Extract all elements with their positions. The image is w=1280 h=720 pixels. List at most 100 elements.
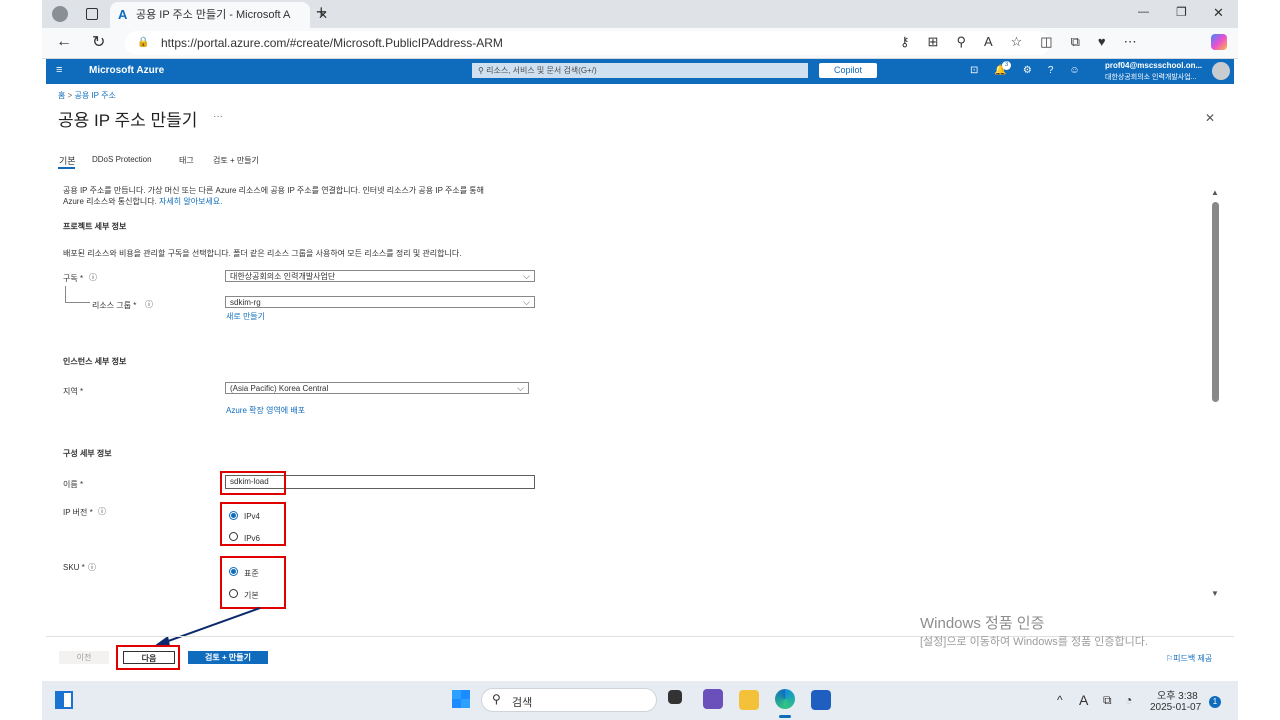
page-title: 공용 IP 주소 만들기 xyxy=(58,111,198,130)
read-aloud-icon[interactable]: A xyxy=(984,34,1011,49)
task-view-icon[interactable] xyxy=(668,690,682,704)
blade-close-button[interactable]: ✕ xyxy=(1205,111,1215,125)
feedback-label: 피드백 제공 xyxy=(1173,654,1213,663)
teams-chat-icon[interactable] xyxy=(703,689,723,709)
notification-badge: 3 xyxy=(1002,61,1011,70)
more-options-button[interactable]: ··· xyxy=(213,111,223,122)
scrollbar-thumb[interactable] xyxy=(1212,202,1219,402)
breadcrumb-separator: > xyxy=(67,91,73,100)
search-icon: ⚲ xyxy=(478,66,484,75)
project-description: 배포된 리소스와 비용을 관리할 구독을 선택합니다. 폴더 같은 리소스 그룹… xyxy=(63,249,462,258)
azure-search-input[interactable]: ⚲ 리소스, 서비스 및 문서 검색(G+/) xyxy=(472,63,808,78)
tab-actions-icon[interactable] xyxy=(86,8,98,20)
window-close-button[interactable]: ✕ xyxy=(1213,5,1224,21)
copilot-label: Copilot xyxy=(833,65,862,75)
window-restore-button[interactable]: ❐ xyxy=(1176,5,1187,19)
resource-group-info-icon: ⓘ xyxy=(145,300,153,309)
taskbar-search-icon: ⚲ xyxy=(492,692,501,706)
review-create-button[interactable]: 검토 + 만들기 xyxy=(188,651,268,664)
taskbar-search-label: 검색 xyxy=(512,697,533,709)
activation-watermark-title: Windows 정품 인증 xyxy=(920,615,1045,632)
instance-section-heading: 인스턴스 세부 정보 xyxy=(63,357,127,366)
prev-button[interactable]: 이전 xyxy=(59,651,109,664)
copilot-browser-icon[interactable] xyxy=(1211,34,1227,50)
help-icon[interactable]: ? xyxy=(1048,65,1070,76)
sku-standard-radio[interactable] xyxy=(229,567,238,576)
region-select[interactable]: (Asia Pacific) Korea Central ⌵ xyxy=(225,382,529,394)
menu-icon[interactable]: ⋯ xyxy=(1124,34,1155,49)
tab-basics[interactable]: 기본 xyxy=(59,154,76,167)
zoom-icon[interactable]: ⚲ xyxy=(956,34,984,49)
account-email[interactable]: prof04@mscsschool.on... xyxy=(1105,61,1202,70)
file-explorer-icon[interactable] xyxy=(739,690,759,710)
breadcrumb: 홈 > 공용 IP 주소 xyxy=(58,90,116,101)
chevron-down-icon: ⌵ xyxy=(523,297,530,307)
config-section-heading: 구성 세부 정보 xyxy=(63,449,112,458)
subscription-label: 구독 * xyxy=(63,274,84,283)
ipv4-label: IPv4 xyxy=(244,512,261,521)
start-icon[interactable] xyxy=(452,690,470,708)
apps-icon[interactable]: ⊞ xyxy=(928,34,957,49)
tab-review[interactable]: 검토 + 만들기 xyxy=(213,155,259,166)
feedback-icon[interactable]: ☺ xyxy=(1069,65,1095,76)
resource-group-select[interactable]: sdkim-rg ⌵ xyxy=(225,296,535,308)
avatar[interactable] xyxy=(1212,62,1230,80)
clock-date[interactable]: 2025-01-07 xyxy=(1150,702,1201,713)
extensions-icon[interactable]: ♥ xyxy=(1098,34,1124,49)
subscription-info-icon: ⓘ xyxy=(89,273,97,282)
window-minimize-button[interactable]: — xyxy=(1138,6,1149,18)
taskbar-search-input[interactable]: ⚲ 검색 xyxy=(481,688,657,712)
collections-icon[interactable]: ⧉ xyxy=(1071,34,1098,49)
volume-icon[interactable]: ◔ xyxy=(1125,693,1132,707)
lock-icon: 🔒 xyxy=(137,37,150,48)
settings-icon[interactable]: ⚙ xyxy=(1023,65,1048,76)
azure-brand[interactable]: Microsoft Azure xyxy=(89,65,164,76)
feedback-link[interactable]: ⚐피드백 제공 xyxy=(1166,653,1212,664)
scrollbar-up-icon[interactable]: ▲ xyxy=(1211,188,1219,197)
back-icon[interactable]: ← xyxy=(56,33,72,51)
clock-time[interactable]: 오후 3:38 xyxy=(1157,687,1198,702)
breadcrumb-public-ip[interactable]: 공용 IP 주소 xyxy=(75,91,116,100)
resource-group-label: 리소스 그룹 * xyxy=(92,301,137,310)
region-label: 지역 * xyxy=(63,387,84,396)
network-icon[interactable]: ⧉ xyxy=(1103,693,1112,708)
learn-more-link[interactable]: 자세히 알아보세요. xyxy=(159,197,222,206)
hamburger-icon[interactable]: ≡ xyxy=(56,64,62,76)
highlight-next xyxy=(116,645,180,670)
widgets-icon[interactable] xyxy=(55,691,73,709)
header-icons: ⊡🔔⚙?☺ xyxy=(970,65,1096,76)
chevron-down-icon: ⌵ xyxy=(517,383,524,393)
tray-chevron-icon[interactable]: ^ xyxy=(1057,693,1063,707)
ipv6-radio[interactable] xyxy=(229,532,238,541)
url-text: https://portal.azure.com/#create/Microso… xyxy=(161,36,503,50)
subscription-select[interactable]: 대한상공회의소 인력개발사업단 ⌵ xyxy=(225,270,535,282)
create-new-rg-link[interactable]: 새로 만들기 xyxy=(226,311,265,322)
edge-icon[interactable] xyxy=(775,689,795,709)
scrollbar-down-icon[interactable]: ▼ xyxy=(1211,589,1219,598)
ipv4-radio[interactable] xyxy=(229,511,238,520)
store-icon[interactable] xyxy=(811,690,831,710)
copilot-button[interactable]: Copilot xyxy=(819,63,877,78)
refresh-icon[interactable]: ↻ xyxy=(92,32,105,52)
tab-tags[interactable]: 태그 xyxy=(179,155,194,166)
tab-title: 공용 IP 주소 만들기 - Microsoft A xyxy=(136,9,291,21)
profile-icon[interactable] xyxy=(52,6,68,22)
intro-line2: Azure 리소스와 통신합니다. xyxy=(63,197,157,206)
favorite-icon[interactable]: ☆ xyxy=(1011,34,1041,49)
browser-tab[interactable]: A 공용 IP 주소 만들기 - Microsoft A ✕ xyxy=(110,2,328,28)
tab-ddos[interactable]: DDoS Protection xyxy=(92,155,152,164)
sku-basic-radio[interactable] xyxy=(229,589,238,598)
cloud-shell-icon[interactable]: ⊡ xyxy=(970,65,994,76)
tree-connector xyxy=(65,286,90,303)
breadcrumb-home[interactable]: 홈 xyxy=(58,91,65,100)
edge-zone-link[interactable]: Azure 확장 영역에 배포 xyxy=(226,405,305,416)
edge-active-indicator xyxy=(779,715,791,718)
intro-line1: 공용 IP 주소를 만듭니다. 가상 머신 또는 다른 Azure 리소스에 공… xyxy=(63,186,485,195)
new-tab-button[interactable]: + xyxy=(316,2,327,23)
ime-indicator[interactable]: A xyxy=(1079,692,1088,708)
key-icon[interactable]: ⚷ xyxy=(900,34,928,49)
highlight-name xyxy=(220,471,286,495)
name-label: 이름 * xyxy=(63,480,84,489)
notification-count-badge[interactable]: 1 xyxy=(1209,696,1221,708)
split-icon[interactable]: ◫ xyxy=(1040,34,1070,49)
